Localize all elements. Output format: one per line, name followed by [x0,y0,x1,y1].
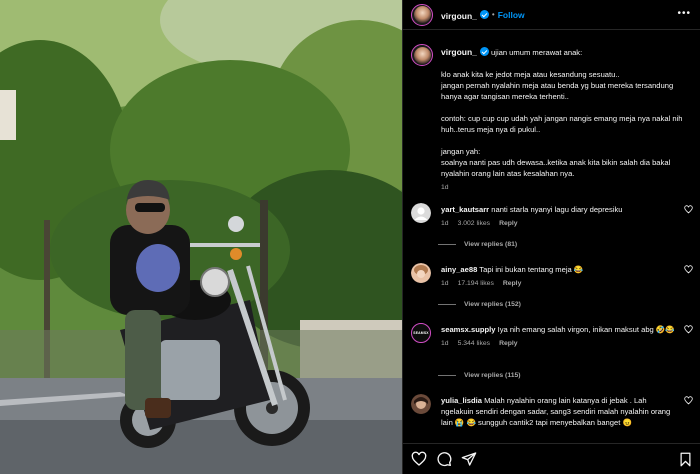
post-image [0,0,402,474]
post-header: virgoun_ • Follow ••• [403,0,700,30]
motorcycle-photo [0,0,402,474]
verified-badge-icon [479,10,489,19]
reply-button[interactable]: Reply [499,218,518,229]
separator-dot: • [491,10,495,19]
caption-body: klo anak kita ke jedot meja atau kesandu… [441,70,683,178]
caption-author-avatar[interactable] [411,44,433,66]
view-replies-label[interactable]: View replies (81) [464,241,517,248]
commenter-avatar[interactable] [411,203,431,223]
caption-username[interactable]: virgoun_ [441,47,477,57]
comment-likes[interactable]: 3.002 likes [458,218,491,229]
reply-button[interactable]: Reply [499,338,518,349]
author-avatar[interactable] [411,3,433,26]
replies-divider [438,304,456,305]
comment-time[interactable]: 1d [441,278,449,289]
commenter-avatar[interactable] [411,263,431,283]
replies-divider [438,244,456,245]
reply-button[interactable]: Reply [503,278,522,289]
view-replies-button[interactable]: View replies (115) [438,372,521,379]
comment-likes[interactable]: 17.194 likes [458,278,494,289]
post-action-bar [403,443,700,474]
replies-divider [438,375,456,376]
comment-username[interactable]: yart_kautsarr [441,205,489,214]
comment-text: Iya nih emang salah virgon, inikan maksu… [497,325,675,334]
comments-scroll-area[interactable]: virgoun_ ujian umum merawat anak: klo an… [403,31,700,443]
comment-like-icon[interactable] [684,265,693,274]
comment-username[interactable]: seamsx.supply [441,325,495,334]
view-replies-label[interactable]: View replies (115) [464,372,521,379]
comment-icon[interactable] [436,451,452,467]
more-options-icon[interactable]: ••• [677,9,691,19]
commenter-avatar-label: SEAMSX [413,331,429,335]
view-replies-button[interactable]: View replies (152) [438,301,521,308]
caption-time: 1d [441,184,449,191]
caption-text: virgoun_ ujian umum merawat anak: klo an… [441,47,695,179]
comment-text: Tapi ini bukan tentang meja 😂 [479,265,584,274]
author-username[interactable]: virgoun_ [441,6,477,24]
heart-icon[interactable] [411,451,427,467]
comment-like-icon[interactable] [684,205,693,214]
comment-username[interactable]: ainy_ae88 [441,265,477,274]
comment-like-icon[interactable] [684,325,693,334]
share-icon[interactable] [461,451,477,467]
comment-time[interactable]: 1d [441,338,449,349]
comment-time[interactable]: 1d [441,218,449,229]
view-replies-label[interactable]: View replies (152) [464,301,521,308]
follow-button[interactable]: Follow [498,10,525,20]
comment-like-icon[interactable] [684,396,693,405]
caption-intro: ujian umum merawat anak: [491,48,583,57]
comment-text: nanti starla nyanyi lagu diary depresiku [491,205,623,214]
view-replies-button[interactable]: View replies (81) [438,241,517,248]
commenter-avatar[interactable]: SEAMSX [411,323,431,343]
bookmark-icon[interactable] [678,452,693,467]
post-panel: virgoun_ • Follow ••• virgoun_ ujian umu… [402,0,700,474]
comment-likes[interactable]: 5.344 likes [458,338,491,349]
comment-username[interactable]: yulia_lisdia [441,396,482,405]
commenter-avatar[interactable] [411,394,431,414]
caption-verified-icon [479,47,489,56]
